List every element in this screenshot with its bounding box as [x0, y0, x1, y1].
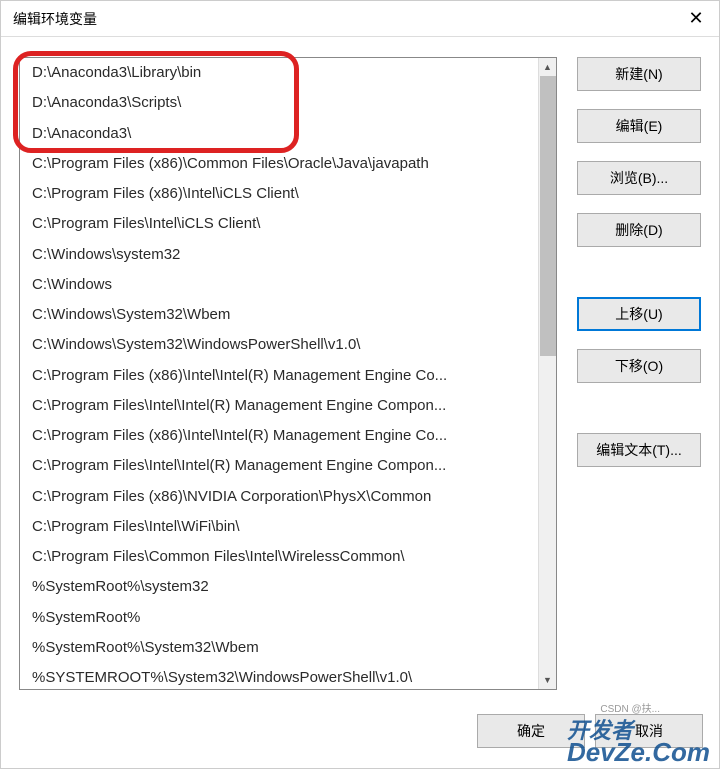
move-up-button[interactable]: 上移(U)	[577, 297, 701, 331]
close-button[interactable]: ✕	[673, 1, 719, 37]
scroll-thumb[interactable]	[540, 76, 556, 356]
window-title: 编辑环境变量	[13, 9, 97, 29]
list-item[interactable]: C:\Program Files\Intel\WiFi\bin\	[20, 512, 538, 542]
ok-button[interactable]: 确定	[477, 714, 585, 748]
list-item[interactable]: %SystemRoot%	[20, 603, 538, 633]
scroll-up-icon[interactable]: ▲	[539, 58, 556, 76]
titlebar: 编辑环境变量 ✕	[1, 1, 719, 37]
list-item[interactable]: C:\Windows	[20, 270, 538, 300]
list-item[interactable]: D:\Anaconda3\	[20, 119, 538, 149]
delete-button[interactable]: 删除(D)	[577, 213, 701, 247]
list-item[interactable]: C:\Program Files (x86)\Intel\iCLS Client…	[20, 179, 538, 209]
list-item[interactable]: C:\Windows\System32\Wbem	[20, 300, 538, 330]
list-item[interactable]: %SystemRoot%\System32\Wbem	[20, 633, 538, 663]
scrollbar[interactable]: ▲ ▼	[538, 58, 556, 689]
list-item[interactable]: %SYSTEMROOT%\System32\WindowsPowerShell\…	[20, 663, 538, 689]
cancel-button[interactable]: 取消	[595, 714, 703, 748]
list-item[interactable]: C:\Program Files (x86)\Intel\Intel(R) Ma…	[20, 421, 538, 451]
dialog-body: D:\Anaconda3\Library\binD:\Anaconda3\Scr…	[1, 37, 719, 700]
new-button[interactable]: 新建(N)	[577, 57, 701, 91]
list-item[interactable]: C:\Program Files\Intel\Intel(R) Manageme…	[20, 451, 538, 481]
list-item[interactable]: C:\Program Files (x86)\Intel\Intel(R) Ma…	[20, 361, 538, 391]
close-icon: ✕	[688, 8, 703, 29]
list-item[interactable]: D:\Anaconda3\Library\bin	[20, 58, 538, 88]
list-item[interactable]: C:\Program Files\Intel\Intel(R) Manageme…	[20, 391, 538, 421]
list-item[interactable]: C:\Windows\System32\WindowsPowerShell\v1…	[20, 330, 538, 360]
path-listbox[interactable]: D:\Anaconda3\Library\binD:\Anaconda3\Scr…	[19, 57, 557, 690]
dialog-footer: 确定 取消	[1, 700, 719, 768]
move-down-button[interactable]: 下移(O)	[577, 349, 701, 383]
list-item[interactable]: C:\Windows\system32	[20, 240, 538, 270]
list-item[interactable]: C:\Program Files (x86)\NVIDIA Corporatio…	[20, 482, 538, 512]
browse-button[interactable]: 浏览(B)...	[577, 161, 701, 195]
edit-text-button[interactable]: 编辑文本(T)...	[577, 433, 701, 467]
list-item[interactable]: C:\Program Files\Intel\iCLS Client\	[20, 209, 538, 239]
side-buttons: 新建(N) 编辑(E) 浏览(B)... 删除(D) 上移(U) 下移(O) 编…	[577, 57, 701, 690]
list-item[interactable]: D:\Anaconda3\Scripts\	[20, 88, 538, 118]
list-item[interactable]: C:\Program Files\Common Files\Intel\Wire…	[20, 542, 538, 572]
edit-button[interactable]: 编辑(E)	[577, 109, 701, 143]
list-item[interactable]: C:\Program Files (x86)\Common Files\Orac…	[20, 149, 538, 179]
scroll-down-icon[interactable]: ▼	[539, 671, 556, 689]
path-list-wrap: D:\Anaconda3\Library\binD:\Anaconda3\Scr…	[19, 57, 557, 690]
list-item[interactable]: %SystemRoot%\system32	[20, 572, 538, 602]
